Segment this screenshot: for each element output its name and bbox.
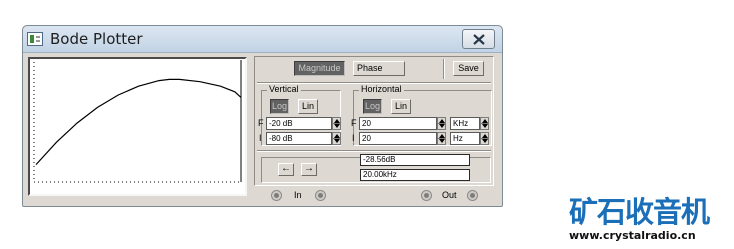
horizontal-final-unit[interactable]: KHz (450, 117, 480, 130)
magnitude-curve (35, 78, 242, 166)
control-panel: Magnitude Phase Save Vertical Log Lin F … (254, 56, 494, 186)
vertical-title: Vertical (267, 84, 301, 94)
vertical-lin-button[interactable]: Lin (298, 99, 318, 114)
out-negative-terminal[interactable] (467, 190, 478, 201)
magnitude-readout: -28.56dB (360, 154, 470, 166)
in-negative-terminal[interactable] (315, 190, 326, 201)
watermark-url: www.crystalradio.cn (569, 229, 696, 242)
out-label: Out (442, 190, 457, 200)
magnitude-button[interactable]: Magnitude (294, 61, 345, 76)
window-title: Bode Plotter (50, 30, 143, 48)
vertical-final-spinner[interactable] (332, 117, 341, 130)
horizontal-f-label: F (351, 118, 357, 128)
bode-plotter-icon (27, 32, 43, 46)
horizontal-lin-button[interactable]: Lin (391, 99, 411, 114)
vertical-initial-field[interactable]: -80 dB (266, 132, 332, 145)
bode-plot-display[interactable] (28, 57, 247, 196)
out-positive-terminal[interactable] (421, 190, 432, 201)
separator (257, 150, 491, 152)
cursor-left-button[interactable]: ← (278, 163, 294, 176)
horizontal-initial-unit-spinner[interactable] (480, 132, 489, 145)
arrow-left-icon: ← (281, 163, 291, 174)
horizontal-log-button[interactable]: Log (363, 99, 382, 114)
close-icon (473, 34, 485, 45)
horizontal-initial-unit[interactable]: Hz (450, 132, 480, 145)
separator (443, 59, 445, 79)
horizontal-title: Horizontal (359, 84, 404, 94)
in-label: In (294, 190, 302, 200)
watermark-logo: 矿石收音机 (569, 195, 710, 229)
horizontal-final-field[interactable]: 20 (359, 117, 437, 130)
horizontal-final-spinner[interactable] (437, 117, 446, 130)
vertical-final-field[interactable]: -20 dB (266, 117, 332, 130)
bode-plot-graph (33, 60, 242, 183)
frequency-readout: 20.00kHz (360, 169, 470, 181)
arrow-right-icon: → (304, 163, 314, 174)
phase-button[interactable]: Phase (353, 61, 405, 76)
close-button[interactable] (462, 29, 495, 49)
cursor-right-button[interactable]: → (301, 163, 317, 176)
title-bar[interactable]: Bode Plotter (23, 26, 502, 53)
in-positive-terminal[interactable] (271, 190, 282, 201)
bode-plotter-window: Bode Plotter Magnitude Phase Save Vertic… (22, 25, 503, 207)
horizontal-initial-spinner[interactable] (437, 132, 446, 145)
save-button[interactable]: Save (453, 61, 484, 76)
vertical-f-label: F (258, 118, 264, 128)
horizontal-initial-field[interactable]: 20 (359, 132, 437, 145)
horizontal-final-unit-spinner[interactable] (480, 117, 489, 130)
vertical-log-button[interactable]: Log (270, 99, 289, 114)
vertical-i-label: I (259, 133, 262, 143)
vertical-initial-spinner[interactable] (332, 132, 341, 145)
horizontal-i-label: I (352, 133, 355, 143)
